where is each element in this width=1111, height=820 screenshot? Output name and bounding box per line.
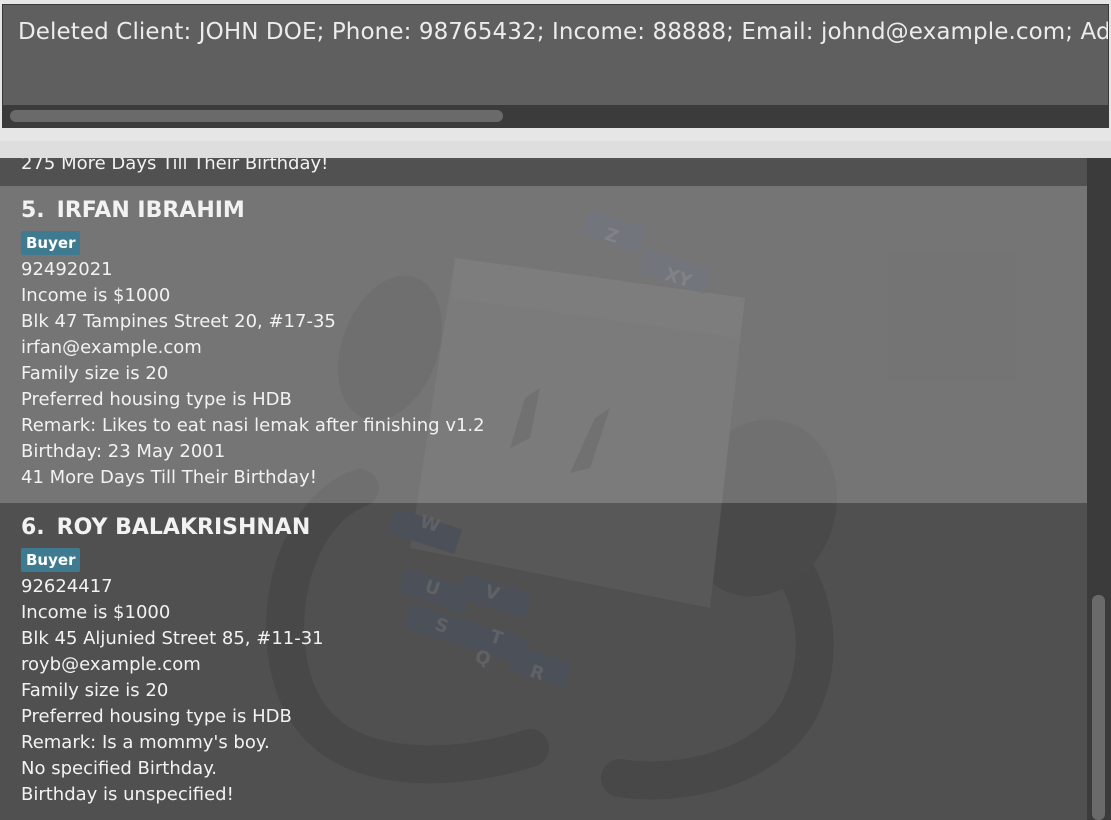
result-message: Deleted Client: JOHN DOE; Phone: 9876543…: [18, 19, 1109, 45]
list-vertical-scrollbar[interactable]: [1087, 158, 1111, 820]
client-list[interactable]: Z XY W V U T S Q R 275 More Days Till Th…: [0, 158, 1111, 820]
client-housing-type: Preferred housing type is HDB: [21, 706, 292, 727]
result-display-box[interactable]: Deleted Client: JOHN DOE; Phone: 9876543…: [2, 4, 1109, 128]
client-address: Blk 47 Tampines Street 20, #17-35: [21, 311, 336, 332]
client-tag: Buyer: [21, 231, 81, 255]
client-housing-type: Preferred housing type is HDB: [21, 389, 292, 410]
client-email: royb@example.com: [21, 654, 201, 675]
client-name: IRFAN IBRAHIM: [56, 198, 245, 223]
birthday-countdown: Birthday is unspecified!: [21, 784, 234, 805]
client-email: irfan@example.com: [21, 337, 202, 358]
client-index: 5.: [21, 198, 45, 223]
client-remark: Remark: Is a mommy's boy.: [21, 732, 270, 753]
birthday-countdown: 41 More Days Till Their Birthday!: [21, 467, 317, 488]
client-family-size: Family size is 20: [21, 680, 169, 701]
client-card[interactable]: 6. ROY BALAKRISHNAN Buyer 92624417 Income…: [0, 503, 1087, 820]
client-income: Income is $1000: [21, 602, 171, 623]
client-address: Blk 45 Aljunied Street 85, #11-31: [21, 628, 324, 649]
client-index: 6.: [21, 515, 45, 540]
list-scrollbar-thumb[interactable]: [1092, 595, 1105, 820]
client-remark: Remark: Likes to eat nasi lemak after fi…: [21, 415, 485, 436]
client-phone: 92492021: [21, 259, 113, 280]
panel-divider: [0, 141, 1111, 158]
client-birthday: Birthday: 23 May 2001: [21, 441, 226, 462]
result-display-panel: Deleted Client: JOHN DOE; Phone: 9876543…: [0, 0, 1111, 158]
result-scrollbar-thumb[interactable]: [10, 110, 503, 122]
client-birthday: No specified Birthday.: [21, 758, 218, 779]
result-horizontal-scrollbar[interactable]: [3, 105, 1108, 127]
client-name-row: 6. ROY BALAKRISHNAN: [21, 513, 1087, 543]
client-family-size: Family size is 20: [21, 363, 169, 384]
client-phone: 92624417: [21, 576, 113, 597]
client-income: Income is $1000: [21, 285, 171, 306]
birthday-countdown: 275 More Days Till Their Birthday!: [21, 158, 329, 174]
client-tag: Buyer: [21, 548, 81, 572]
client-name-row: 5. IRFAN IBRAHIM: [21, 196, 1087, 226]
client-card[interactable]: 275 More Days Till Their Birthday!: [0, 158, 1087, 186]
client-name: ROY BALAKRISHNAN: [56, 515, 311, 540]
client-card[interactable]: 5. IRFAN IBRAHIM Buyer 92492021 Income is…: [0, 186, 1087, 503]
